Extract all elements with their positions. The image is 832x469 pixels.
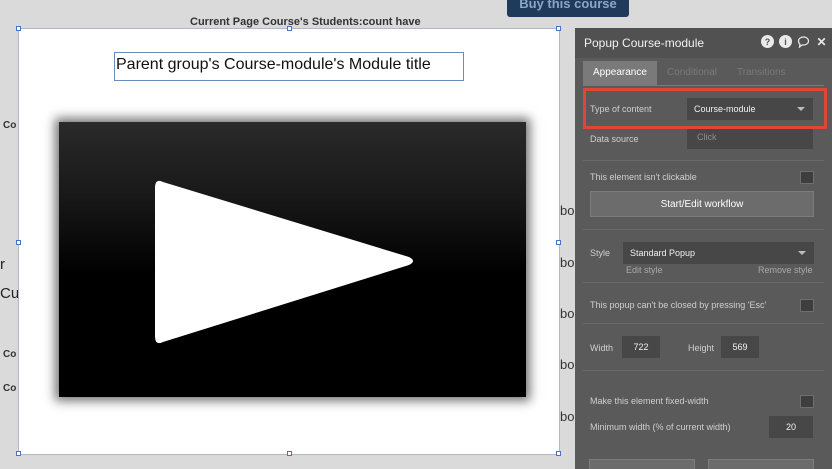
bg-left-label-1: Co: [3, 120, 17, 131]
module-title-text: Parent group's Course-module's Module ti…: [116, 56, 431, 73]
video-player[interactable]: [59, 122, 526, 397]
close-icon[interactable]: ✕: [815, 35, 828, 49]
chevron-down-icon: [798, 251, 806, 255]
bottom-button-left[interactable]: [589, 459, 695, 469]
width-input[interactable]: 722: [622, 336, 660, 358]
resize-handle-bottom[interactable]: [287, 451, 292, 456]
tab-conditional[interactable]: Conditional: [657, 61, 727, 85]
bottom-button-right[interactable]: [708, 459, 814, 469]
esc-close-label: This popup can't be closed by pressing '…: [590, 300, 767, 310]
bg-big-letter-2: Cu: [0, 285, 20, 302]
data-source-label: Data source: [590, 134, 639, 144]
resize-handle-top-right[interactable]: [556, 26, 561, 31]
resize-handle-top-left[interactable]: [16, 26, 21, 31]
module-title-textbox[interactable]: Parent group's Course-module's Module ti…: [114, 52, 464, 81]
height-label: Height: [688, 343, 715, 353]
data-source-field[interactable]: Click: [687, 129, 813, 149]
property-editor-header[interactable]: Popup Course-module ? i ✕: [575, 28, 832, 58]
students-count-text: Current Page Course's Students:count hav…: [190, 16, 421, 28]
start-edit-workflow-button[interactable]: Start/Edit workflow: [590, 191, 814, 217]
esc-close-checkbox[interactable]: [800, 299, 814, 312]
buy-course-button[interactable]: Buy this course: [507, 0, 629, 17]
buy-course-label: Buy this course: [519, 0, 617, 11]
resize-handle-bottom-right[interactable]: [556, 451, 561, 456]
fixed-width-checkbox[interactable]: [800, 395, 814, 408]
tab-divider: [583, 85, 824, 86]
section-divider: [583, 160, 824, 161]
min-width-label: Minimum width (% of current width): [590, 422, 731, 432]
tab-transitions[interactable]: Transitions: [727, 61, 796, 85]
section-divider: [583, 282, 824, 283]
style-value: Standard Popup: [630, 248, 696, 258]
editor-tabs: Appearance Conditional Transitions: [583, 61, 796, 85]
style-dropdown[interactable]: Standard Popup: [623, 242, 814, 264]
remove-style-link[interactable]: Remove style: [758, 265, 813, 275]
style-label: Style: [590, 248, 611, 258]
height-input[interactable]: 569: [721, 336, 759, 358]
comment-icon[interactable]: [797, 35, 810, 48]
width-value: 722: [633, 342, 649, 352]
fixed-width-label: Make this element fixed-width: [590, 396, 709, 406]
resize-handle-bottom-left[interactable]: [16, 451, 21, 456]
type-of-content-highlight: [583, 88, 827, 129]
data-source-placeholder: Click: [697, 132, 717, 142]
play-icon[interactable]: [59, 122, 526, 397]
info-icon[interactable]: i: [779, 35, 792, 48]
resize-handle-top[interactable]: [287, 26, 292, 31]
start-edit-workflow-label: Start/Edit workflow: [660, 199, 744, 210]
bg-left-label-2: Co: [3, 349, 17, 360]
edit-style-link[interactable]: Edit style: [626, 265, 663, 275]
section-divider: [583, 229, 824, 230]
height-value: 569: [732, 342, 748, 352]
bg-left-label-3: Co: [3, 383, 17, 394]
property-editor-title: Popup Course-module: [584, 36, 705, 50]
section-divider: [583, 323, 824, 324]
min-width-value: 20: [785, 422, 796, 432]
help-icon[interactable]: ?: [761, 35, 774, 48]
resize-handle-right[interactable]: [556, 240, 561, 245]
min-width-input[interactable]: 20: [769, 416, 813, 438]
course-module-popup[interactable]: Parent group's Course-module's Module ti…: [16, 26, 561, 456]
bg-big-letter-1: r: [0, 256, 5, 273]
resize-handle-left[interactable]: [16, 240, 21, 245]
section-divider: [583, 370, 824, 371]
tab-appearance[interactable]: Appearance: [583, 61, 657, 85]
width-label: Width: [590, 343, 614, 353]
not-clickable-checkbox[interactable]: [800, 171, 814, 184]
not-clickable-label: This element isn't clickable: [590, 172, 697, 182]
